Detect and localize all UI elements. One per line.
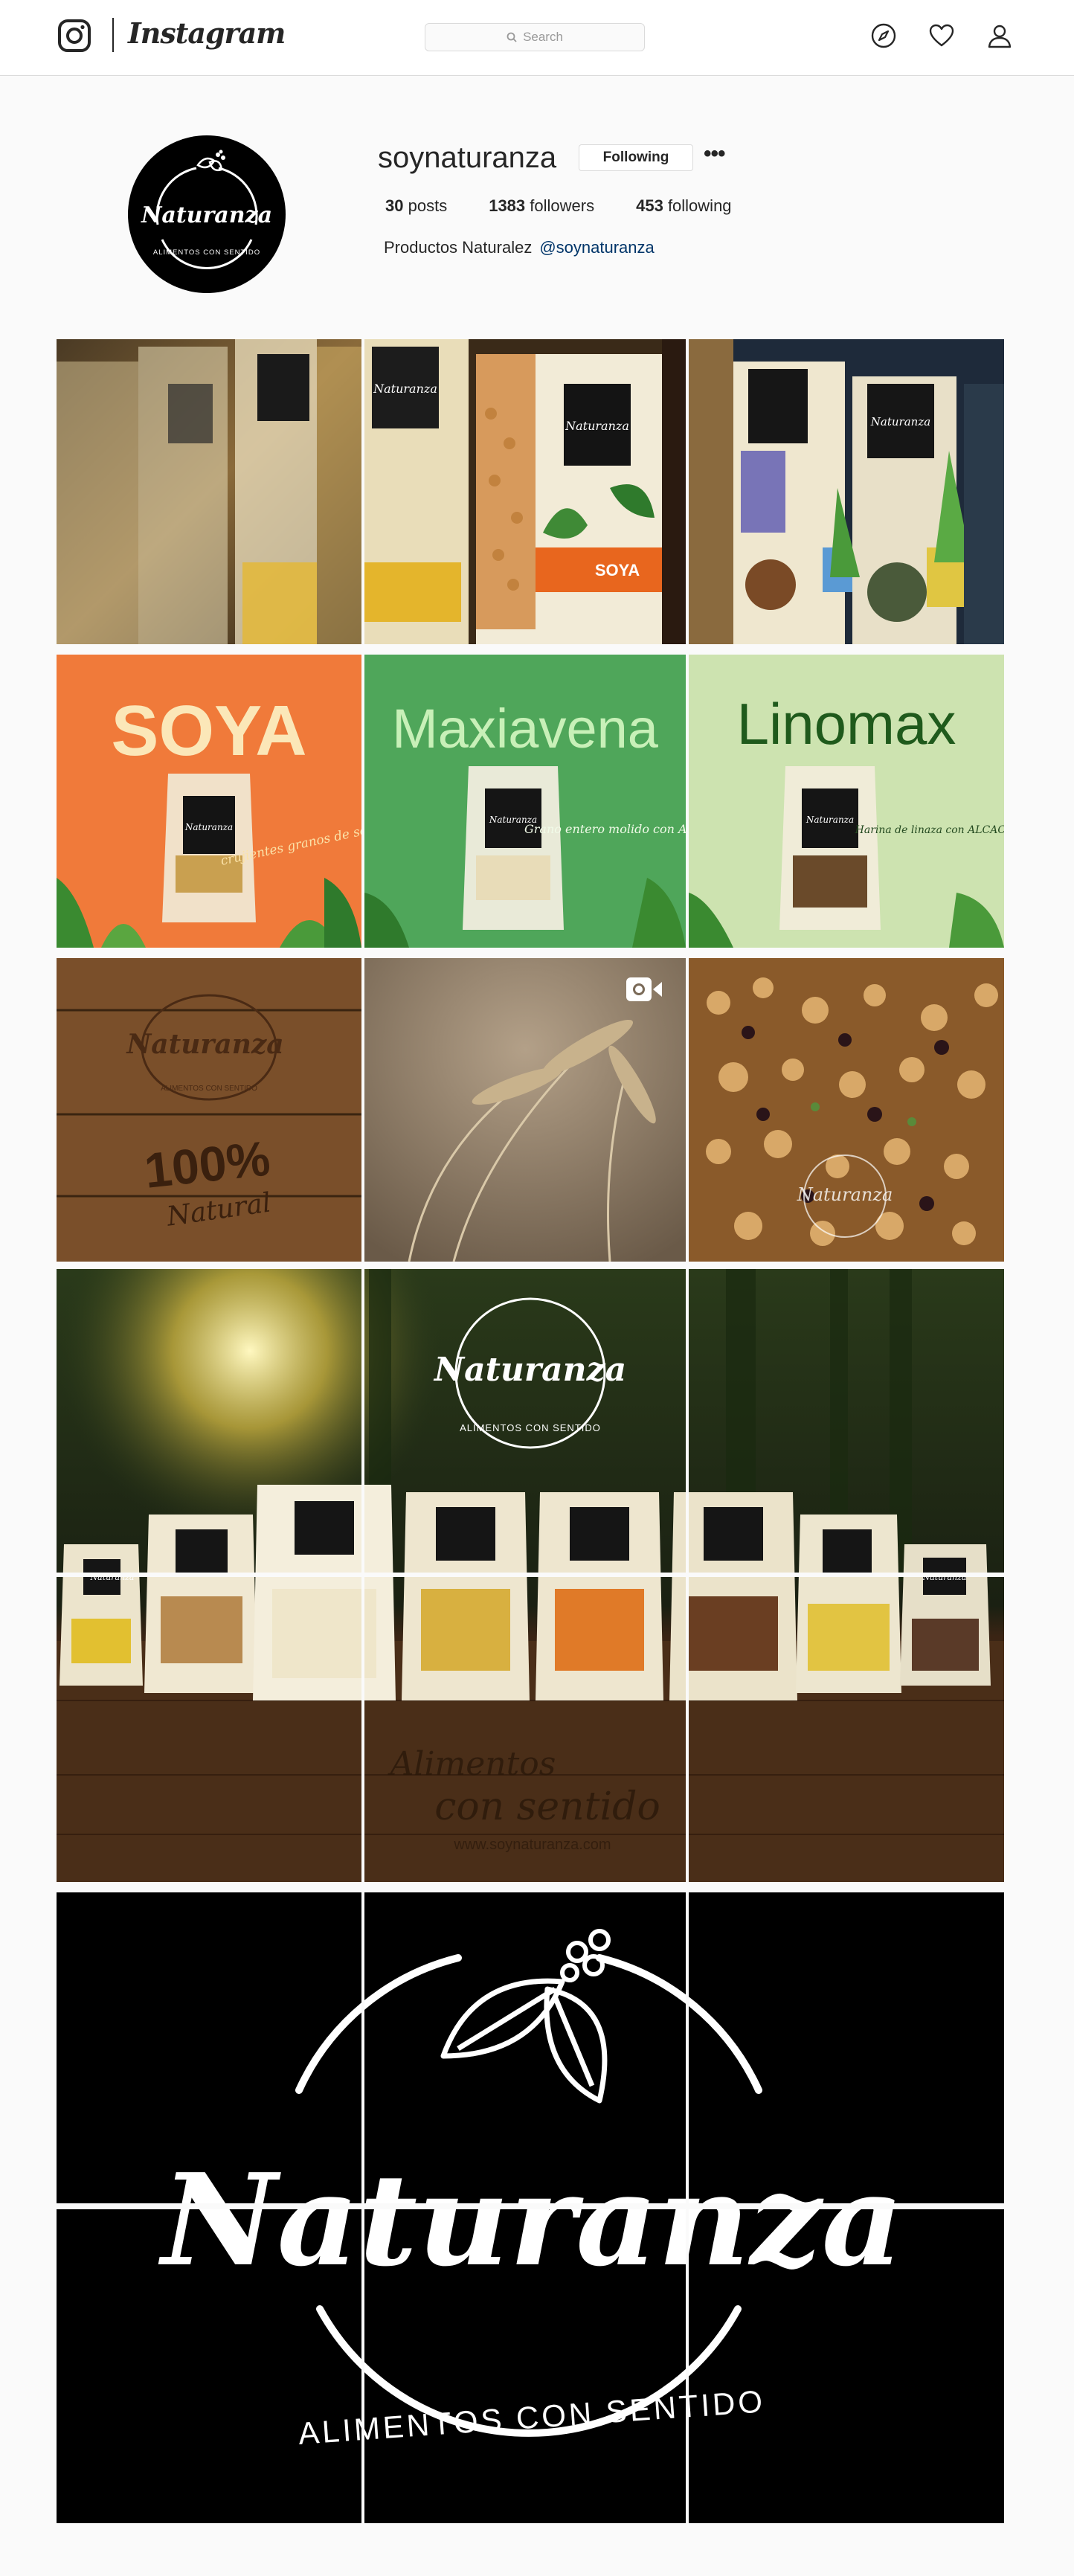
post-tile[interactable]	[57, 339, 361, 644]
granola-watermark: Naturanza	[797, 1184, 893, 1205]
panorama-slogan-1: Alimentos	[388, 1745, 556, 1783]
pack-label: Naturanza	[565, 419, 629, 433]
post-tile[interactable]: Naturanza ALIMENTOS CON SENTIDO 100% Nat…	[57, 958, 361, 1262]
post-image-granola: Naturanza	[689, 958, 1004, 1262]
panorama-logo: Naturanza	[433, 1351, 626, 1389]
followers-stat[interactable]: 1383 followers	[489, 196, 594, 216]
compass-icon[interactable]	[870, 22, 897, 49]
instagram-camera-icon[interactable]	[58, 19, 91, 52]
search-placeholder: Search	[523, 30, 563, 44]
pack-label: Naturanza	[870, 415, 930, 428]
nav-actions	[870, 22, 1013, 49]
following-count: 453	[636, 196, 663, 215]
post-tile[interactable]: SOYA Naturanza crujientes granos de soya	[57, 655, 361, 948]
heart-icon[interactable]	[928, 22, 955, 49]
post-tile[interactable]: Naturanza	[689, 339, 1004, 644]
following-stat[interactable]: 453 following	[636, 196, 731, 216]
wood-logo: Naturanza	[126, 1029, 283, 1060]
profile-avatar[interactable]: Naturanza ALIMENTOS CON SENTIDO	[128, 135, 286, 293]
following-button[interactable]: Following	[579, 144, 693, 171]
bio-handle-link[interactable]: @soynaturanza	[539, 238, 654, 257]
panorama-url: www.soynaturanza.com	[453, 1837, 611, 1853]
profile-bio: Productos Naturalez @soynaturanza	[384, 238, 655, 257]
soya-pack-label: SOYA	[595, 561, 640, 579]
panorama-tagline: ALIMENTOS CON SENTIDO	[460, 1422, 601, 1433]
post-image-soya: SOYA Naturanza crujientes granos de soya	[57, 655, 361, 948]
avatar-logo-text: Naturanza	[141, 202, 272, 228]
maxiavena-title: Maxiavena	[392, 698, 659, 759]
following-label: following	[667, 196, 732, 215]
more-options-icon[interactable]: •••	[704, 141, 725, 167]
posts-stat: 30 posts	[385, 196, 447, 216]
linomax-caption: Harina de linaza con ALCACHOFA	[855, 824, 1004, 836]
maxiavena-caption: Grano entero molido con ALOE	[524, 822, 686, 836]
big-logo-brand: Naturanza	[158, 2146, 904, 2295]
pack-label: Naturanza	[806, 815, 854, 825]
post-image-maxiavena: Maxiavena Naturanza Grano entero molido …	[364, 655, 686, 948]
grid-gap	[57, 2203, 1004, 2209]
top-nav: Instagram Search	[0, 0, 1074, 76]
linomax-title: Linomax	[737, 691, 956, 757]
pack-label: Naturanza	[184, 822, 233, 832]
nav-divider	[112, 18, 114, 52]
wood-tagline: ALIMENTOS CON SENTIDO	[161, 1085, 257, 1093]
post-tile[interactable]: Naturanza Naturanza SOYA	[364, 339, 686, 644]
post-tile[interactable]: Maxiavena Naturanza Grano entero molido …	[364, 655, 686, 948]
grid-gap	[57, 1573, 1004, 1577]
naturanza-logo-icon: Naturanza ALIMENTOS CON SENTIDO	[141, 150, 272, 269]
video-camera-icon	[626, 977, 662, 1001]
posts-label: posts	[408, 196, 448, 215]
search-icon	[507, 32, 517, 42]
post-tile[interactable]	[364, 958, 686, 1262]
panorama-slogan-2: con sentido	[434, 1785, 660, 1829]
instagram-wordmark[interactable]: Instagram	[128, 16, 286, 50]
bio-name: Productos Naturalez	[384, 238, 533, 257]
followers-count: 1383	[489, 196, 526, 215]
user-icon[interactable]	[986, 22, 1013, 49]
posts-count: 30	[385, 196, 404, 215]
logo-mosaic-post[interactable]: Naturanza ALIMENTOS CON SENTIDO	[57, 1892, 1004, 2523]
panorama-post[interactable]: Naturanza ALIMENTOS CON SENTIDO Naturanz…	[57, 1269, 1004, 1882]
search-input[interactable]: Search	[425, 23, 645, 51]
avatar-tagline: ALIMENTOS CON SENTIDO	[153, 248, 260, 257]
post-tile[interactable]: Naturanza	[689, 958, 1004, 1262]
post-image-packs-blurred	[57, 339, 361, 644]
pack-label: Naturanza	[373, 382, 437, 396]
post-image-linomax: Linomax Naturanza Harina de linaza con A…	[689, 655, 1004, 948]
profile-username: soynaturanza	[378, 141, 557, 174]
post-image-linomax-packs: Naturanza	[689, 339, 1004, 644]
profile-stats: 30 posts 1383 followers 453 following	[385, 196, 732, 216]
soya-title: SOYA	[111, 691, 306, 771]
post-image-soya-pack: Naturanza Naturanza SOYA	[364, 339, 686, 644]
followers-label: followers	[530, 196, 595, 215]
post-tile[interactable]: Linomax Naturanza Harina de linaza con A…	[689, 655, 1004, 948]
post-image-wood-logo: Naturanza ALIMENTOS CON SENTIDO 100% Nat…	[57, 958, 361, 1262]
